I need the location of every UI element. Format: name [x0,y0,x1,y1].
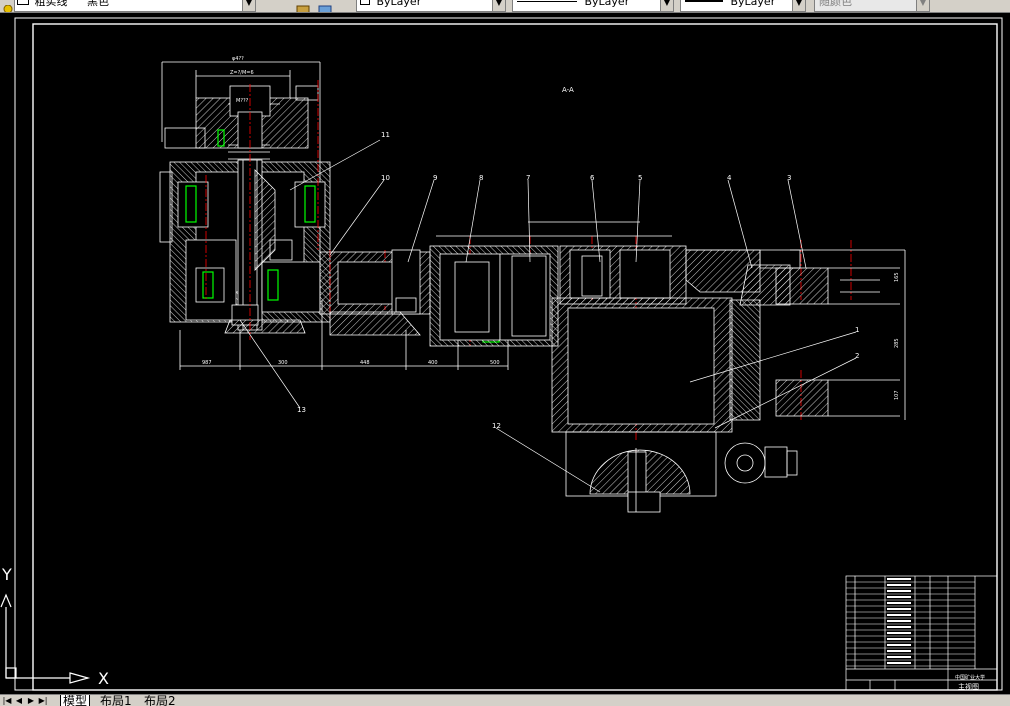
linetype-icon [17,0,29,5]
title-block-cell-text [887,578,911,580]
section-label: A-A [562,86,574,94]
lineweight-control-value: ByLayer [730,0,776,8]
chevron-down-icon[interactable]: ▼ [492,0,505,11]
chevron-down-icon[interactable]: ▼ [916,0,929,11]
lineweight-sample [685,0,723,2]
svg-text:285: 285 [894,338,900,348]
svg-text:4: 4 [727,174,732,182]
svg-text:M???: M??? [236,98,249,104]
linetype-control-value: ByLayer [584,0,630,8]
title-block-cell-text [887,596,911,598]
svg-text:165: 165 [894,272,900,282]
linetype-dropdown[interactable]: 粗实线 黑色 ▼ [14,0,256,12]
inner-frame [32,23,998,691]
make-current-icon[interactable] [296,0,310,12]
tab-layout2[interactable]: 布局2 [142,695,178,706]
svg-text:3: 3 [787,174,791,182]
color-control-dropdown[interactable]: ByLayer ▼ [356,0,506,12]
title-block-cell-text [887,614,911,616]
linetype-label: 粗实线 [34,0,68,8]
title-block-cell-text [887,656,911,658]
layer-state-icon[interactable] [2,0,14,12]
ucs-icon [0,593,91,684]
title-block-cell-text [887,584,911,586]
svg-text:5: 5 [638,174,642,182]
color-control-value: ByLayer [376,0,422,8]
svg-text:10: 10 [381,174,390,182]
svg-text:7: 7 [526,174,530,182]
svg-text:13: 13 [297,406,306,414]
svg-text:Z=?/M=6: Z=?/M=6 [230,70,254,76]
chevron-down-icon[interactable]: ▼ [242,0,255,11]
title-block-cell-text [887,620,911,622]
tab-first-icon[interactable]: |◀ [2,695,12,706]
title-block-cell-text [887,638,911,640]
title-block-cell-text [887,644,911,646]
svg-text:X: X [98,669,109,688]
ucs-labels: Y X [1,565,109,688]
cad-drawing: A-A 11 10 9 8 7 6 5 4 3 1 2 12 13 φ4?? Z… [0,17,1003,691]
svg-text:500: 500 [490,360,500,366]
svg-text:300: 300 [278,360,288,366]
linetype-sample [517,1,577,2]
title-block-cell-text [887,608,911,610]
properties-toolbar: 粗实线 黑色 ▼ ByLayer ▼ ByLayer ▼ ByLayer ▼ 随… [0,0,1010,13]
title-block-rows [846,578,975,667]
tab-prev-icon[interactable]: ◀ [14,695,24,706]
svg-text:987: 987 [202,360,212,366]
svg-text:2: 2 [855,352,859,360]
svg-text:9: 9 [433,174,437,182]
title-block-texts: 中国矿业大学 主视图 [955,674,985,691]
layer-previous-icon[interactable] [318,0,332,12]
tab-model[interactable]: 模型 [60,695,91,706]
title-block [845,575,998,691]
color-swatch-icon [360,0,370,5]
lineweight-control-dropdown[interactable]: ByLayer ▼ [680,0,806,12]
svg-text:1: 1 [855,326,859,334]
title-block-cell-text [887,632,911,634]
plotstyle-control-value: 随颜色 [819,0,852,8]
color-label: 黑色 [87,0,109,8]
tab-layout1[interactable]: 布局1 [98,695,134,706]
chevron-down-icon[interactable]: ▼ [660,0,673,11]
outer-frame [14,17,1003,691]
title-block-cell-text [887,626,911,628]
svg-text:主视图: 主视图 [958,682,979,691]
svg-text:φ4??: φ4?? [232,56,244,62]
svg-text:107: 107 [894,390,900,400]
tab-next-icon[interactable]: ▶ [26,695,36,706]
svg-text:中国矿业大学: 中国矿业大学 [955,674,985,681]
svg-text:400: 400 [428,360,438,366]
svg-text:A-A: A-A [562,86,574,94]
model-space-canvas[interactable]: A-A 11 10 9 8 7 6 5 4 3 1 2 12 13 φ4?? Z… [0,13,1010,694]
title-block-cell-text [887,650,911,652]
title-block-cell-text [887,590,911,592]
svg-text:Y: Y [1,565,12,584]
layout-tab-bar: |◀ ◀ ▶ ▶| 模型 布局1 布局2 [0,694,1010,706]
plotstyle-control-dropdown[interactable]: 随颜色 ▼ [814,0,930,12]
svg-text:6: 6 [590,174,595,182]
svg-text:12: 12 [492,422,501,430]
chevron-down-icon[interactable]: ▼ [792,0,805,11]
svg-text:448: 448 [360,360,370,366]
title-block-cell-text [887,602,911,604]
tab-last-icon[interactable]: ▶| [38,695,48,706]
svg-text:11: 11 [381,131,390,139]
title-block-cell-text [887,662,911,664]
svg-text:8: 8 [479,174,483,182]
linetype-control-dropdown[interactable]: ByLayer ▼ [512,0,674,12]
